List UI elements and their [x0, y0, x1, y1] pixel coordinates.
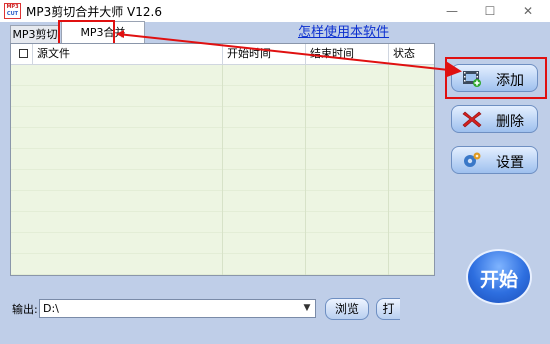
select-all-cell [11, 44, 33, 64]
close-button[interactable]: ✕ [512, 2, 544, 20]
output-path-select[interactable]: D:\ ▼ [39, 299, 316, 318]
column-divider [305, 65, 306, 275]
chevron-down-icon[interactable]: ▼ [299, 300, 315, 317]
select-all-checkbox[interactable] [19, 49, 28, 58]
column-header-end-time[interactable]: 结束时间 [306, 44, 389, 64]
column-divider [388, 65, 389, 275]
settings-button[interactable]: 设置 [451, 146, 538, 174]
browse-button[interactable]: 浏览 [325, 298, 369, 320]
maximize-button[interactable]: ☐ [474, 2, 506, 20]
settings-button-label: 设置 [496, 155, 524, 171]
add-annotation-box [445, 57, 547, 99]
column-divider [222, 65, 223, 275]
window-title: MP3剪切合并大师 V12.6 [26, 5, 162, 19]
delete-button[interactable]: 删除 [451, 105, 538, 133]
output-label: 输出: [12, 303, 38, 316]
file-table: 源文件 开始时间 结束时间 状态 [10, 43, 435, 276]
title-bar: MP3 CUT MP3剪切合并大师 V12.6 — ☐ ✕ [0, 0, 550, 22]
gears-icon [464, 152, 481, 167]
tab-annotation-box [58, 20, 115, 45]
app-logo-text-bottom: CUT [6, 11, 19, 17]
output-path-value: D:\ [43, 302, 59, 315]
open-folder-button[interactable]: 打 [376, 298, 400, 320]
app-logo-text-top: MP3 [6, 4, 19, 10]
help-link[interactable]: 怎样使用本软件 [298, 21, 389, 40]
app-logo-icon: MP3 CUT [4, 3, 21, 19]
start-button-label: 开始 [479, 269, 518, 291]
tab-mp3-cut[interactable]: MP3剪切 [10, 25, 60, 43]
column-header-source[interactable]: 源文件 [33, 44, 223, 64]
start-button[interactable]: 开始 [466, 249, 532, 305]
delete-button-label: 删除 [496, 114, 524, 130]
column-header-status[interactable]: 状态 [389, 44, 434, 64]
delete-x-icon [462, 111, 482, 128]
minimize-button[interactable]: — [436, 2, 468, 20]
column-header-start-time[interactable]: 开始时间 [223, 44, 306, 64]
table-header: 源文件 开始时间 结束时间 状态 [11, 44, 434, 65]
